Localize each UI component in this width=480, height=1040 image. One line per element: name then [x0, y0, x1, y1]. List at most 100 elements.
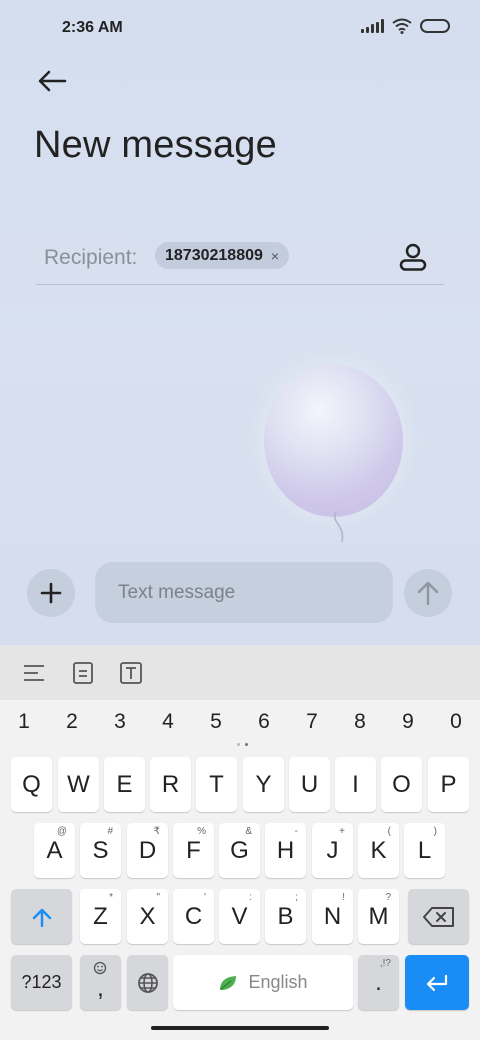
- message-input[interactable]: [95, 562, 393, 623]
- key-2[interactable]: 2: [52, 710, 92, 734]
- key-label: J: [326, 836, 339, 864]
- key-t[interactable]: T: [196, 757, 237, 812]
- key-1[interactable]: 1: [4, 710, 44, 734]
- globe-icon: [137, 972, 158, 993]
- key-label: F: [186, 836, 201, 864]
- key-c[interactable]: ' C: [173, 889, 214, 944]
- key-a[interactable]: @ A: [34, 823, 75, 878]
- signal-icon: [361, 19, 384, 33]
- key-6[interactable]: 6: [244, 710, 284, 734]
- keyboard: 1 2 3 4 5 6 7 8 9 0 Q W E R T Y U I O P …: [0, 700, 480, 1020]
- key-label: S: [92, 836, 109, 864]
- navigation-bar: [0, 1020, 480, 1040]
- key-v[interactable]: :V: [219, 889, 260, 944]
- key-f[interactable]: % F: [173, 823, 214, 878]
- send-button[interactable]: [404, 569, 452, 617]
- contact-picker-button[interactable]: [396, 240, 430, 274]
- key-l[interactable]: ) L: [404, 823, 445, 878]
- page-title: New message: [34, 124, 277, 166]
- key-hint: -: [294, 826, 298, 837]
- key-y[interactable]: Y: [243, 757, 284, 812]
- key-r[interactable]: R: [150, 757, 191, 812]
- symbols-key[interactable]: ?123: [11, 955, 72, 1010]
- key-9[interactable]: 9: [388, 710, 428, 734]
- text-box-icon[interactable]: [119, 661, 143, 685]
- key-8[interactable]: 8: [340, 710, 380, 734]
- key-hint: ): [433, 826, 437, 837]
- status-icons: [361, 18, 450, 34]
- key-hint: @: [56, 826, 67, 837]
- key-i[interactable]: I: [335, 757, 376, 812]
- backspace-key[interactable]: [408, 889, 469, 944]
- key-4[interactable]: 4: [148, 710, 188, 734]
- recipient-field[interactable]: Recipient: 18730218809 ×: [36, 232, 444, 285]
- battery-icon: [420, 19, 450, 33]
- page-indicator: [237, 743, 248, 746]
- key-g[interactable]: & G: [219, 823, 260, 878]
- leaf-icon: [220, 975, 237, 990]
- key-z[interactable]: * Z: [80, 889, 121, 944]
- balloon-string: [334, 512, 344, 543]
- key-hint: (: [387, 826, 391, 837]
- key-e[interactable]: E: [104, 757, 145, 812]
- key-label: H: [276, 836, 295, 864]
- align-icon[interactable]: [22, 661, 46, 685]
- key-hint: &: [245, 826, 252, 837]
- send-arrow-icon: [417, 581, 439, 606]
- space-key[interactable]: English: [173, 955, 353, 1010]
- recipient-chip-number: 18730218809: [165, 246, 263, 264]
- clipboard-icon[interactable]: [71, 661, 95, 685]
- key-d[interactable]: ₹ D: [127, 823, 168, 878]
- key-label: C: [184, 902, 203, 930]
- status-bar: 2:36 AM: [0, 0, 480, 56]
- key-p[interactable]: P: [428, 757, 469, 812]
- key-label: D: [138, 836, 157, 864]
- key-label: B: [277, 902, 294, 930]
- emoji-icon: [93, 961, 107, 975]
- add-attachment-button[interactable]: [27, 569, 75, 617]
- shift-icon: [32, 908, 51, 927]
- key-hint: +: [339, 826, 345, 837]
- language-key[interactable]: [127, 955, 168, 1010]
- key-hint: %: [197, 826, 206, 837]
- period-hint: ,!?: [379, 958, 391, 969]
- key-hint: ": [156, 892, 160, 903]
- key-label: K: [370, 836, 387, 864]
- wifi-icon: [392, 18, 412, 34]
- shift-key[interactable]: [11, 889, 72, 944]
- key-w[interactable]: W: [58, 757, 99, 812]
- key-hint: :: [249, 892, 252, 903]
- key-7[interactable]: 7: [292, 710, 332, 734]
- key-q[interactable]: Q: [11, 757, 52, 812]
- period-key[interactable]: ,!? .: [358, 955, 399, 1010]
- key-j[interactable]: + J: [312, 823, 353, 878]
- key-o[interactable]: O: [381, 757, 422, 812]
- key-label: M: [368, 902, 389, 930]
- backspace-icon: [422, 906, 454, 927]
- key-u[interactable]: U: [289, 757, 330, 812]
- key-k[interactable]: (K: [358, 823, 399, 878]
- key-hint: ?: [385, 892, 391, 903]
- comma-key[interactable]: ,: [80, 955, 121, 1010]
- key-3[interactable]: 3: [100, 710, 140, 734]
- key-m[interactable]: ? M: [358, 889, 399, 944]
- key-h[interactable]: -H: [265, 823, 306, 878]
- key-x[interactable]: " X: [127, 889, 168, 944]
- key-5[interactable]: 5: [196, 710, 236, 734]
- enter-key[interactable]: [405, 955, 469, 1010]
- key-label: X: [139, 902, 156, 930]
- enter-icon: [426, 974, 448, 991]
- key-hint: *: [109, 892, 113, 903]
- period-label: .: [375, 968, 382, 996]
- key-b[interactable]: ; B: [265, 889, 306, 944]
- key-hint: ;: [295, 892, 298, 903]
- recipient-chip[interactable]: 18730218809 ×: [155, 242, 290, 269]
- chip-remove-icon[interactable]: ×: [271, 248, 279, 264]
- status-time: 2:36 AM: [62, 19, 123, 36]
- key-label: Z: [93, 902, 108, 930]
- back-button[interactable]: [32, 62, 72, 100]
- key-0[interactable]: 0: [436, 710, 476, 734]
- home-handle[interactable]: [151, 1026, 329, 1030]
- key-n[interactable]: ! N: [312, 889, 353, 944]
- key-s[interactable]: # S: [80, 823, 121, 878]
